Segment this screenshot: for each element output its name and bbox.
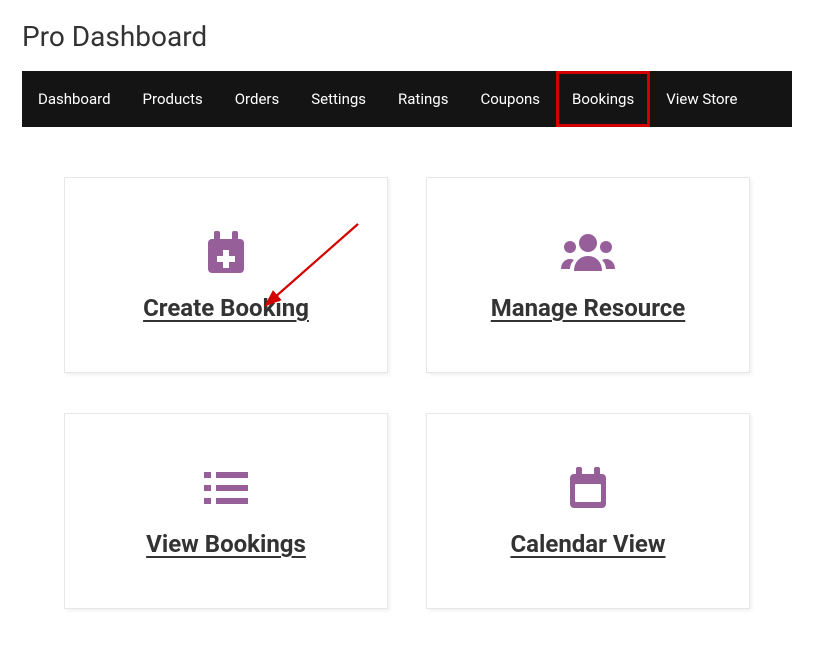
card-view-bookings[interactable]: View Bookings xyxy=(64,413,388,609)
main-nav: DashboardProductsOrdersSettingsRatingsCo… xyxy=(22,71,792,127)
users-icon xyxy=(559,231,617,273)
nav-item-bookings[interactable]: Bookings xyxy=(556,71,650,127)
nav-item-coupons[interactable]: Coupons xyxy=(464,79,556,119)
list-icon xyxy=(204,470,248,506)
list-icon xyxy=(204,464,248,512)
nav-item-settings[interactable]: Settings xyxy=(295,79,382,119)
card-label: Calendar View xyxy=(510,530,665,558)
card-label: Manage Resource xyxy=(491,294,685,322)
card-label: Create Booking xyxy=(143,294,309,322)
calendar-plus-icon xyxy=(204,228,248,276)
users-icon xyxy=(559,228,617,276)
card-label: View Bookings xyxy=(146,530,306,558)
nav-item-orders[interactable]: Orders xyxy=(219,79,296,119)
page-title: Pro Dashboard xyxy=(22,20,814,53)
card-manage-resource[interactable]: Manage Resource xyxy=(426,177,750,373)
calendar-icon xyxy=(568,466,608,510)
nav-item-dashboard[interactable]: Dashboard xyxy=(22,79,127,119)
calendar-plus-icon xyxy=(204,229,248,275)
nav-item-ratings[interactable]: Ratings xyxy=(382,79,464,119)
card-calendar-view[interactable]: Calendar View xyxy=(426,413,750,609)
card-create-booking[interactable]: Create Booking xyxy=(64,177,388,373)
cards-grid: Create Booking Manage Resource View Bookin… xyxy=(64,177,750,609)
nav-item-view-store[interactable]: View Store xyxy=(650,79,753,119)
nav-item-products[interactable]: Products xyxy=(127,79,219,119)
calendar-icon xyxy=(568,464,608,512)
